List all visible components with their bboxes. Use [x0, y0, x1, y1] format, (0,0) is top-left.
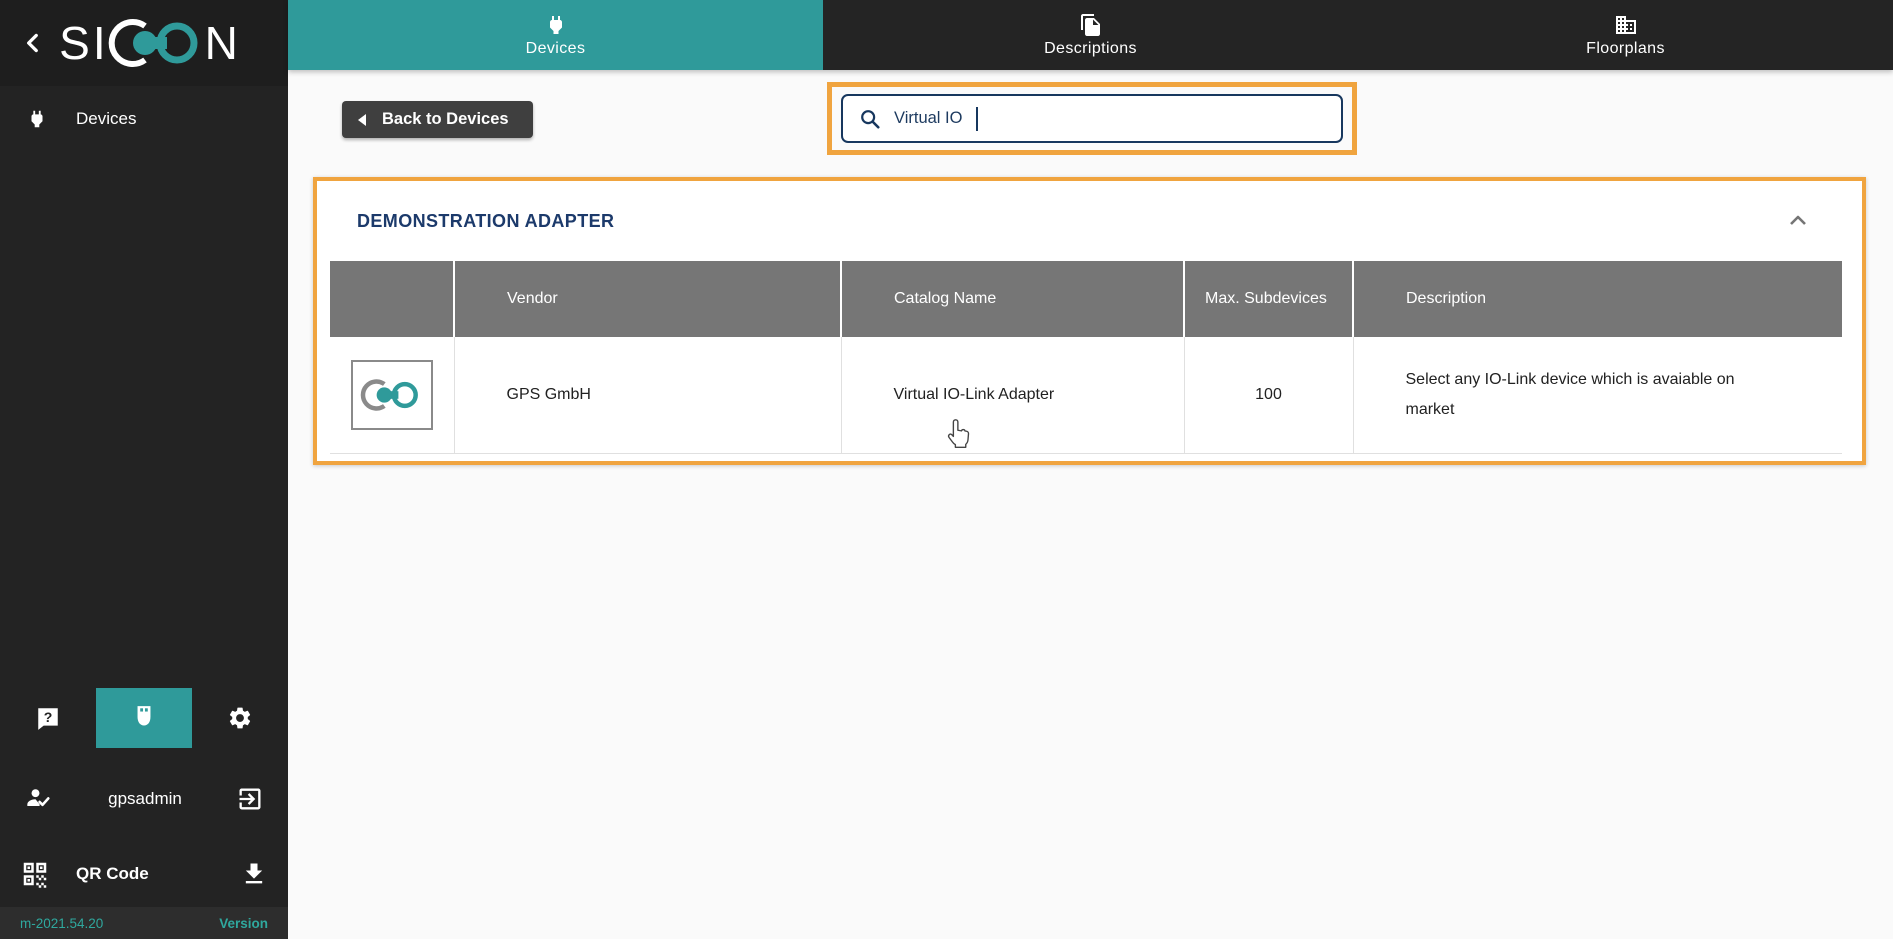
catalog-name-cell: Virtual IO-Link Adapter	[840, 337, 1184, 454]
tab-label: Devices	[525, 39, 586, 57]
main-content: Back to Devices Virtual IO DEMONSTRATION…	[288, 70, 1893, 939]
search-input-value: Virtual IO	[894, 109, 963, 127]
plug-icon	[31, 110, 43, 128]
download-icon[interactable]	[240, 860, 268, 888]
sicon-link-logo-icon	[108, 19, 198, 67]
logo-text-suffix: N	[204, 17, 241, 69]
plug-icon	[549, 15, 562, 34]
settings-button[interactable]	[192, 688, 288, 748]
help-bubble-icon: ?	[38, 708, 58, 730]
version-value: m-2021.54.20	[20, 915, 104, 931]
left-arrow-icon	[358, 113, 366, 126]
sidebar-item-devices[interactable]: Devices	[0, 86, 288, 152]
collapse-sidebar-chevron-icon[interactable]	[20, 30, 46, 56]
sicon-logo: SI N	[59, 15, 255, 71]
text-caret	[976, 106, 979, 131]
help-button[interactable]: ?	[0, 688, 96, 748]
table-header-row: Vendor Catalog Name Max. Subdevices Desc…	[330, 261, 1842, 337]
sidebar-tool-row: ?	[0, 688, 288, 748]
adapter-card-header: DEMONSTRATION ADAPTER	[317, 181, 1862, 261]
user-check-icon	[27, 789, 50, 807]
qr-code-icon	[23, 862, 47, 888]
sidebar-item-label: Devices	[76, 109, 137, 128]
search-annotation-box: Virtual IO	[827, 82, 1357, 155]
sidebar-header: SI N	[0, 0, 288, 86]
table-row[interactable]: GPS GmbH Virtual IO-Link Adapter 100 Sel…	[330, 337, 1842, 454]
tab-label: Floorplans	[1586, 39, 1665, 57]
search-icon	[861, 109, 880, 129]
column-header-vendor: Vendor	[453, 261, 841, 337]
card-title: DEMONSTRATION ADAPTER	[357, 210, 615, 231]
qr-code-row[interactable]: QR Code	[0, 845, 288, 903]
user-row: gpsadmin	[0, 772, 288, 826]
adapter-card: DEMONSTRATION ADAPTER Vendor Catalog Nam…	[313, 177, 1866, 465]
column-header-icon	[330, 261, 454, 337]
max-subdevices-cell: 100	[1183, 337, 1353, 454]
back-to-devices-button[interactable]: Back to Devices	[342, 101, 533, 138]
logout-icon[interactable]	[236, 785, 264, 813]
usb-connector-icon	[137, 706, 151, 726]
gear-icon	[229, 707, 251, 729]
tab-label: Descriptions	[1044, 39, 1137, 57]
tab-floorplans[interactable]: Floorplans	[1358, 0, 1893, 70]
svg-text:?: ?	[44, 709, 53, 725]
tab-descriptions[interactable]: Descriptions	[823, 0, 1358, 70]
search-input[interactable]: Virtual IO	[841, 94, 1343, 143]
description-cell: Select any IO-Link device which is avaia…	[1352, 337, 1842, 454]
vendor-logo-cell	[330, 337, 454, 454]
sidebar: SI N Devices ? gpsadmin QR Code m-2021.5…	[0, 0, 288, 939]
column-header-description: Description	[1352, 261, 1842, 337]
logo-text-prefix: SI	[59, 17, 109, 69]
version-label: Version	[219, 915, 268, 931]
qr-code-label: QR Code	[76, 864, 149, 883]
version-bar: m-2021.54.20 Version	[0, 907, 288, 939]
building-icon	[1615, 15, 1636, 34]
user-name: gpsadmin	[108, 789, 182, 808]
documents-icon	[1080, 13, 1100, 36]
adapter-table: Vendor Catalog Name Max. Subdevices Desc…	[330, 261, 1842, 454]
vendor-logo-icon	[350, 359, 433, 430]
tab-devices[interactable]: Devices	[288, 0, 823, 70]
collapse-chevron-up-icon[interactable]	[1786, 209, 1810, 233]
vendor-cell: GPS GmbH	[453, 337, 841, 454]
top-navigation: Devices Descriptions Floorplans	[288, 0, 1893, 70]
column-header-max-subdevices: Max. Subdevices	[1183, 261, 1353, 337]
devices-tool-button[interactable]	[96, 688, 192, 748]
back-button-label: Back to Devices	[382, 110, 509, 128]
column-header-catalog-name: Catalog Name	[840, 261, 1184, 337]
